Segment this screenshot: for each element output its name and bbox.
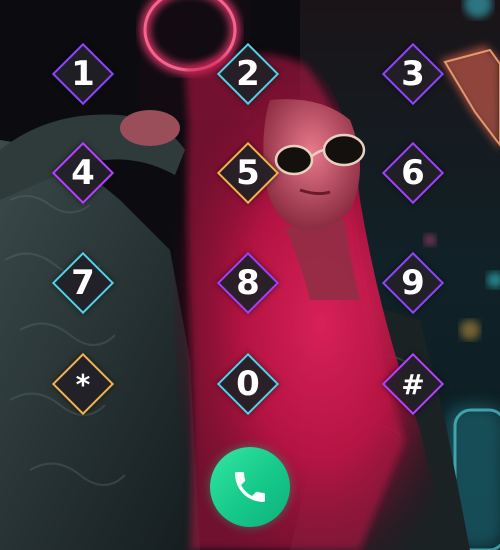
key-2[interactable]: 2	[216, 42, 280, 106]
key-label: 0	[236, 364, 260, 404]
key-label: 6	[401, 153, 425, 193]
key-label: 2	[236, 54, 260, 94]
key-label: *	[75, 367, 91, 401]
call-button[interactable]	[210, 447, 290, 527]
key-hash[interactable]: #	[381, 352, 445, 416]
key-5[interactable]: 5	[216, 141, 280, 205]
key-7[interactable]: 7	[51, 251, 115, 315]
key-label: 4	[71, 153, 95, 193]
key-label: 3	[401, 54, 425, 94]
key-label: 9	[401, 263, 425, 303]
key-6[interactable]: 6	[381, 141, 445, 205]
key-0[interactable]: 0	[216, 352, 280, 416]
key-9[interactable]: 9	[381, 251, 445, 315]
phone-icon	[235, 472, 265, 502]
key-label: #	[401, 367, 425, 401]
key-label: 1	[71, 54, 95, 94]
key-label: 8	[236, 263, 260, 303]
key-star[interactable]: *	[51, 352, 115, 416]
dialer-screen: 1 2 3 4 5 6 7 8 9 * 0 #	[0, 0, 500, 550]
key-1[interactable]: 1	[51, 42, 115, 106]
key-3[interactable]: 3	[381, 42, 445, 106]
key-label: 7	[71, 263, 95, 303]
key-label: 5	[236, 153, 260, 193]
key-4[interactable]: 4	[51, 141, 115, 205]
key-8[interactable]: 8	[216, 251, 280, 315]
